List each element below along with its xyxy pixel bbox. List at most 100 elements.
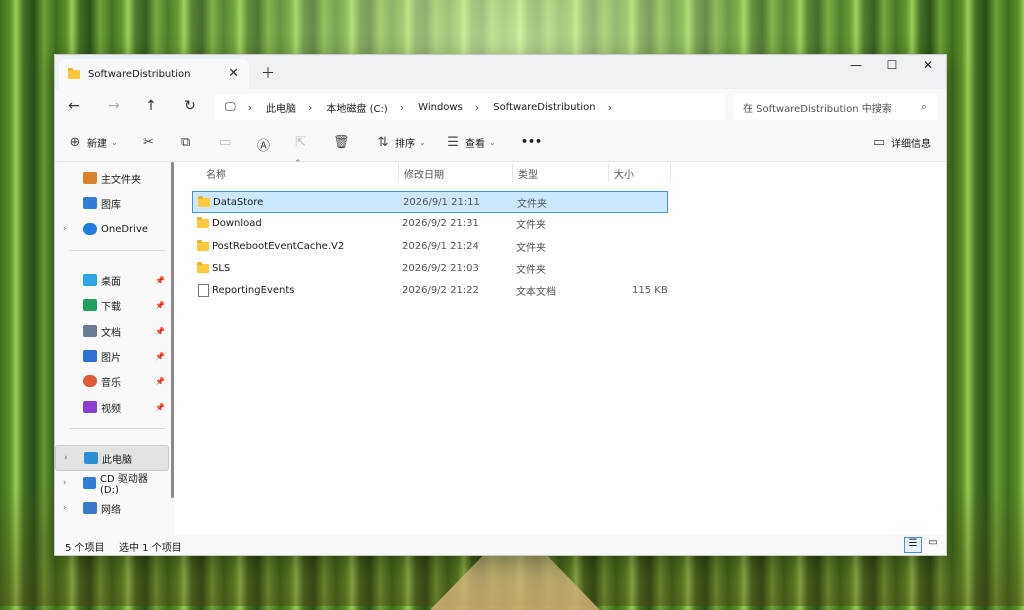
pin-icon[interactable]: 📌 — [155, 276, 165, 285]
new-button[interactable]: ⊕ 新建 ⌄ — [67, 135, 118, 150]
forward-arrow-icon[interactable]: → — [105, 98, 123, 114]
pin-icon[interactable]: 📌 — [155, 301, 165, 310]
column-divider[interactable] — [398, 164, 399, 182]
file-type: 文件夹 — [517, 198, 547, 210]
sidebar-item-gallery[interactable]: 图库 — [55, 191, 167, 215]
breadcrumb-local-disk[interactable]: 本地磁盘 (C:) — [326, 100, 387, 115]
tiles-view-icon[interactable]: ▭ — [925, 537, 941, 551]
details-pane-button[interactable]: ▭ 详细信息 — [871, 135, 931, 150]
chevron-right-icon[interactable]: › — [400, 101, 404, 114]
search-placeholder[interactable]: 在 SoftwareDistribution 中搜索 — [743, 100, 892, 115]
column-header-size[interactable]: 大小 — [614, 162, 634, 184]
chevron-right-icon[interactable]: › — [475, 101, 479, 114]
sort-icon: ⇅ — [377, 135, 389, 150]
file-modified: 2026/9/2 21:03 — [402, 262, 479, 274]
maximize-button[interactable]: ☐ — [877, 58, 907, 78]
file-modified: 2026/9/1 21:11 — [403, 196, 480, 208]
delete-icon[interactable]: 🗑 — [333, 135, 350, 150]
up-arrow-icon[interactable]: ↑ — [142, 98, 160, 114]
folder-icon — [197, 239, 209, 251]
chevron-right-icon[interactable]: › — [308, 101, 312, 114]
sort-button[interactable]: ⇅ 排序 ⌄ — [375, 135, 426, 150]
home-icon — [83, 172, 97, 184]
details-pane-icon: ▭ — [872, 135, 886, 150]
file-name: DataStore — [213, 196, 264, 208]
file-row-download[interactable]: Download 2026/9/2 21:31 文件夹 — [192, 213, 666, 233]
details-view-icon[interactable]: ☰ — [904, 537, 922, 553]
close-tab-icon[interactable]: ✕ — [228, 66, 239, 81]
column-header-name[interactable]: 名称 — [206, 162, 226, 184]
chevron-right-icon[interactable]: › — [608, 101, 612, 114]
sidebar-scrollbar[interactable] — [171, 162, 174, 498]
share-icon[interactable]: ⇱ — [295, 135, 311, 150]
pin-icon[interactable]: 📌 — [155, 327, 165, 336]
close-window-button[interactable]: ✕ — [913, 58, 943, 78]
file-type: 文本文档 — [516, 286, 556, 298]
sidebar-item-music[interactable]: 音乐 📌 — [55, 369, 167, 393]
column-divider[interactable] — [608, 164, 609, 182]
sidebar-item-label: 主文件夹 — [101, 174, 141, 186]
file-row-postreboot[interactable]: PostRebootEventCache.V2 2026/9/1 21:24 文… — [192, 236, 666, 256]
sidebar-item-onedrive[interactable]: › OneDrive — [55, 217, 167, 241]
sidebar-item-this-pc[interactable]: › 此电脑 — [55, 445, 169, 471]
tab-software-distribution[interactable]: SoftwareDistribution ✕ — [59, 59, 249, 89]
new-tab-button[interactable]: ＋ — [261, 63, 275, 83]
download-icon — [83, 299, 97, 311]
desktop-icon — [83, 274, 97, 286]
add-icon: ⊕ — [69, 135, 81, 150]
file-type: 文件夹 — [516, 219, 546, 231]
sidebar-item-home[interactable]: 主文件夹 — [55, 166, 167, 190]
folder-icon — [197, 216, 209, 228]
sidebar-item-label: 图片 — [101, 352, 121, 364]
title-bar: SoftwareDistribution ✕ ＋ — ☐ ✕ — [55, 55, 946, 89]
search-icon[interactable]: ⌕ — [921, 100, 927, 114]
sidebar-item-downloads[interactable]: 下载 📌 — [55, 293, 167, 317]
file-modified: 2026/9/2 21:31 — [402, 217, 479, 229]
view-button[interactable]: ☰ 查看 ⌄ — [445, 135, 496, 150]
breadcrumb-software-distribution[interactable]: SoftwareDistribution — [493, 102, 595, 113]
pin-icon[interactable]: 📌 — [155, 377, 165, 386]
sidebar-divider — [69, 250, 165, 251]
sidebar-item-videos[interactable]: 视频 📌 — [55, 395, 167, 419]
breadcrumb-this-pc[interactable]: 此电脑 — [266, 100, 296, 115]
file-row-datastore[interactable]: DataStore 2026/9/1 21:11 文件夹 — [192, 191, 668, 213]
file-row-sls[interactable]: SLS 2026/9/2 21:03 文件夹 — [192, 258, 666, 278]
pin-icon[interactable]: 📌 — [155, 403, 165, 412]
chevron-right-icon[interactable]: › — [64, 453, 74, 463]
sidebar-item-cd-drive[interactable]: › CD 驱动器 (D:) — [55, 471, 167, 496]
file-type: 文件夹 — [516, 242, 546, 254]
column-header-modified[interactable]: 修改日期 — [404, 162, 444, 184]
column-header-type[interactable]: 类型 — [518, 162, 538, 184]
address-bar[interactable]: 🖵 › 此电脑 › 本地磁盘 (C:) › Windows › Software… — [215, 94, 725, 120]
copy-icon[interactable]: ⧉ — [181, 135, 197, 150]
minimize-button[interactable]: — — [841, 58, 871, 78]
chevron-right-icon[interactable]: › — [63, 224, 73, 234]
sidebar-item-label: 图库 — [101, 199, 121, 211]
status-bar: 5 个项目 选中 1 个项目 ☰ ▭ — [55, 534, 946, 555]
folder-icon — [197, 261, 209, 273]
sort-ascending-icon: ⌃ — [294, 159, 302, 169]
chevron-right-icon[interactable]: › — [63, 478, 73, 488]
column-divider[interactable] — [512, 164, 513, 182]
monitor-icon: 🖵 — [225, 100, 236, 113]
sidebar-item-desktop[interactable]: 桌面 📌 — [55, 268, 167, 292]
rename-icon[interactable]: Ⓐ — [257, 135, 273, 154]
search-box[interactable]: 在 SoftwareDistribution 中搜索 ⌕ — [733, 94, 937, 120]
back-arrow-icon[interactable]: ← — [65, 98, 83, 114]
chevron-right-icon[interactable]: › — [63, 503, 73, 513]
breadcrumb-windows[interactable]: Windows — [418, 102, 463, 113]
view-icon: ☰ — [447, 135, 459, 150]
pin-icon[interactable]: 📌 — [155, 352, 165, 361]
paste-icon[interactable]: ▭ — [219, 135, 235, 150]
navigation-pane: 主文件夹 图库 › OneDrive 桌面 📌 下载 📌 文档 📌 图片 📌 音… — [55, 162, 175, 534]
cut-icon[interactable]: ✂ — [143, 135, 159, 150]
chevron-right-icon[interactable]: › — [248, 101, 252, 114]
file-row-reportingevents[interactable]: ReportingEvents 2026/9/2 21:22 文本文档 115 … — [192, 280, 668, 300]
sidebar-item-pictures[interactable]: 图片 📌 — [55, 344, 167, 368]
documents-icon — [83, 325, 97, 337]
sidebar-item-network[interactable]: › 网络 — [55, 496, 167, 520]
sidebar-item-documents[interactable]: 文档 📌 — [55, 319, 167, 343]
more-options-button[interactable]: ••• — [521, 135, 542, 148]
refresh-icon[interactable]: ↻ — [181, 98, 199, 114]
column-divider[interactable] — [670, 164, 671, 182]
